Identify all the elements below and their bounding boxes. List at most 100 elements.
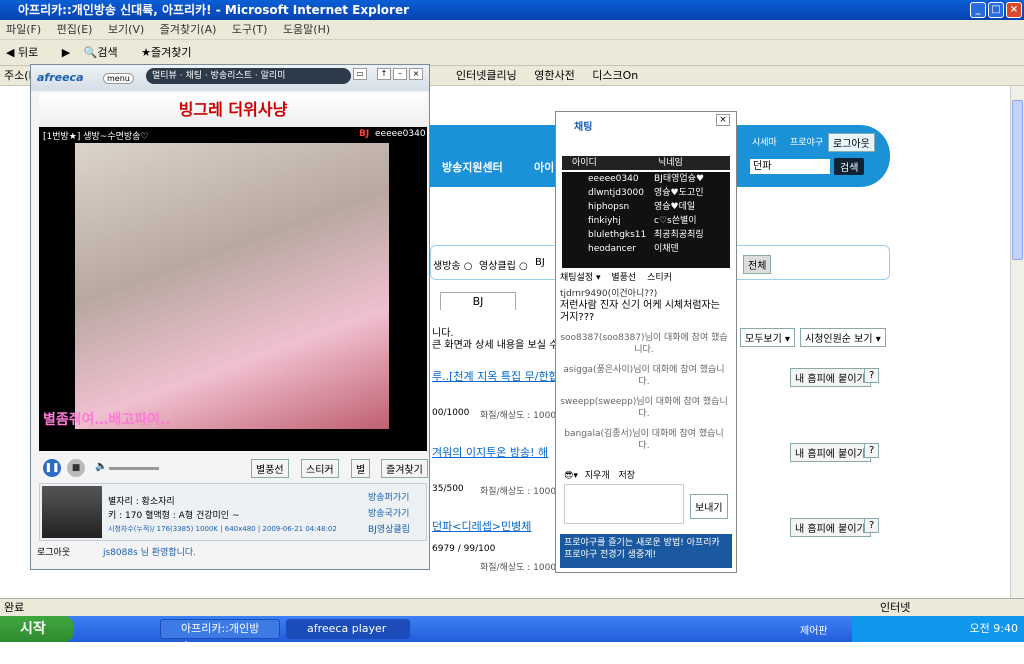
search-submit-button[interactable]: 검색 — [834, 158, 865, 175]
share-broadcast-link[interactable]: 방송퍼가기 — [368, 490, 409, 503]
user-list[interactable]: eeeee0340 BJ태영업슝♥ dlwntjd3000 영슝♥도고인 hipho… — [562, 172, 730, 268]
player-footer: 로그아웃 js8088s 님 환영합니다. — [31, 543, 429, 563]
menu-favorites[interactable]: 즐겨찾기(A) — [160, 23, 217, 36]
user-row[interactable]: finkiyhj c♡s쓴별이 — [562, 214, 730, 228]
nav-item[interactable]: 아이 — [534, 159, 554, 175]
homepage-button[interactable]: 내 홈피에 붙이기 — [790, 443, 871, 462]
player-header: afreeca menu 멀티뷰 · 채팅 · 방송리스트 · 알리미 ▭ ↑ … — [31, 65, 429, 91]
user-id: heodancer — [588, 244, 636, 254]
star-button[interactable]: 별 — [351, 459, 371, 478]
help-button[interactable]: ? — [864, 443, 880, 458]
avatar — [42, 486, 102, 538]
save-button[interactable]: 저장 — [619, 471, 636, 481]
favorite-button[interactable]: 즐겨찾기 — [381, 459, 428, 478]
logout-button[interactable]: 로그아웃 — [828, 133, 875, 152]
user-row[interactable]: eeeee0340 BJ태영업슝♥ — [562, 172, 730, 186]
stop-icon[interactable]: ■ — [67, 459, 85, 477]
bj-clip-link[interactable]: BJ영상클립 — [368, 522, 410, 535]
search-input[interactable]: 던파 — [750, 159, 830, 174]
go-station-link[interactable]: 방송국가기 — [368, 506, 409, 519]
maximize-button[interactable]: □ — [988, 2, 1004, 18]
homepage-button[interactable]: 내 홈피에 붙이기 — [790, 368, 871, 387]
user-row[interactable]: hiphopsn 영슝♥데일 — [562, 200, 730, 214]
radio-clip[interactable]: 영상클립 ○ — [479, 257, 528, 272]
user-nick: 최공최공최링 — [654, 230, 704, 240]
chat-balloon-tab[interactable]: 별풍선 — [611, 273, 636, 283]
ad-banner[interactable]: 빙그레 더위사냥 — [39, 93, 427, 127]
homepage-button[interactable]: 내 홈피에 붙이기 — [790, 518, 871, 537]
chat-input[interactable] — [564, 484, 684, 524]
forward-button[interactable]: ▶ — [62, 46, 70, 59]
list-item-title[interactable]: 겨워의 이지투온 방송! 해 — [432, 444, 556, 460]
player-minimize-icon[interactable]: – — [393, 68, 407, 80]
taskbar-item-ie[interactable]: 아프리카::개인방송... — [160, 619, 280, 653]
menu-bar: 파일(F) 편집(E) 보기(V) 즐겨찾기(A) 도구(T) 도움말(H) — [0, 20, 1024, 40]
menu-view[interactable]: 보기(V) — [108, 23, 144, 36]
player-nav: 멀티뷰 · 채팅 · 방송리스트 · 알리미 — [146, 68, 351, 84]
page-scrollbar[interactable] — [1010, 86, 1024, 598]
pause-icon[interactable]: ❚❚ — [43, 459, 61, 477]
list-item-title[interactable]: 루..[천계 지옥 특집 무/한협 — [432, 368, 556, 384]
send-button[interactable]: 보내기 — [690, 494, 728, 519]
tab-bj[interactable]: BJ — [440, 292, 516, 310]
volume-slider[interactable] — [109, 467, 159, 470]
menu-edit[interactable]: 편집(E) — [57, 23, 93, 36]
start-button[interactable]: 시작 — [0, 616, 74, 642]
link-cleaning[interactable]: 인터넷클리닝 — [456, 69, 517, 82]
bj-star-sign: 별자리 : 황소자리 — [108, 497, 175, 507]
chat-log[interactable]: tjdrnr9490(이건아니??) 저런사람 진자 신기 어케 시체처럼자는거… — [560, 288, 728, 462]
chat-message: bangala(김종서)님이 대화에 참여 했습니다. — [564, 429, 724, 451]
favorites-button[interactable]: ★즐겨찾기 — [141, 46, 201, 59]
player-menu-button[interactable]: menu — [103, 73, 134, 84]
chat-sticker-tab[interactable]: 스티커 — [647, 273, 672, 283]
back-button[interactable]: ◀ 뒤로 — [6, 46, 48, 59]
nav-multiview[interactable]: 멀티뷰 — [152, 71, 177, 81]
chat-ad-banner[interactable]: 프로야구를 즐기는 새로운 방법! 아프리카 프로야구 전경기 생중계! — [560, 534, 732, 568]
taskbar-item-player[interactable]: afreeca player — [286, 619, 410, 639]
menu-help[interactable]: 도움말(H) — [283, 23, 330, 36]
bj-height: 키 : 170 혈액형 : A형 건강미인 ~ — [108, 511, 240, 521]
view-select[interactable]: 모두보기 ▾ — [740, 328, 796, 347]
emoticon-icon[interactable]: 😎▾ — [564, 471, 578, 481]
menu-tools[interactable]: 도구(T) — [232, 23, 268, 36]
player-close-icon[interactable]: × — [409, 68, 423, 80]
all-button[interactable]: 전체 — [743, 255, 772, 274]
list-item-title[interactable]: 던파<디레셉>민병체 — [432, 518, 556, 534]
close-button[interactable]: × — [1006, 2, 1022, 18]
top-link-baseball[interactable]: 프로야구 — [790, 135, 823, 148]
nav-chat[interactable]: 채팅 — [185, 71, 202, 81]
video-caption: 별좀줘여…배고파여.. — [43, 412, 171, 428]
view-select-value: 모두보기 — [745, 334, 782, 345]
radio-bj[interactable]: BJ — [535, 257, 545, 268]
back-label: 뒤로 — [17, 46, 39, 59]
nav-alert[interactable]: 알리미 — [261, 71, 286, 81]
video-area[interactable]: 빙그레 더위사냥 [1번방★] 생방~수면방송♡ BJ eeeee0340 별좀… — [39, 93, 427, 451]
nav-support-center[interactable]: 방송지원센터 — [442, 159, 503, 175]
sort-select[interactable]: 시청인원순 보기 ▾ — [800, 328, 886, 347]
eraser-button[interactable]: 지우개 — [585, 471, 610, 481]
sticker-button[interactable]: 스티커 — [301, 459, 339, 478]
minimize-button[interactable]: _ — [970, 2, 986, 18]
help-button[interactable]: ? — [864, 518, 880, 533]
player-restore-icon[interactable]: ▭ — [353, 68, 367, 80]
chat-settings-tab[interactable]: 채팅설정 — [560, 273, 593, 283]
radio-live[interactable]: 생방송 ○ — [433, 257, 473, 272]
links-bar: 인터넷클리닝 영한사전 디스크On — [456, 66, 652, 86]
tray-label[interactable]: 제어판 — [800, 622, 828, 637]
menu-file[interactable]: 파일(F) — [6, 23, 41, 36]
volume-icon[interactable]: 🔈 — [95, 461, 107, 472]
chat-close-icon[interactable]: × — [716, 114, 730, 126]
help-button[interactable]: ? — [864, 368, 880, 383]
search-button[interactable]: 🔍검색 — [84, 46, 128, 59]
user-row[interactable]: heodancer 이채덴 — [562, 242, 730, 256]
link-disk[interactable]: 디스크On — [592, 69, 638, 82]
star-balloon-button[interactable]: 별풍선 — [251, 459, 289, 478]
link-dictionary[interactable]: 영한사전 — [534, 69, 574, 82]
scrollbar-thumb[interactable] — [1012, 100, 1023, 260]
player-pin-icon[interactable]: ↑ — [377, 68, 391, 80]
player-logout-button[interactable]: 로그아웃 — [37, 548, 70, 558]
user-row[interactable]: dlwntjd3000 영슝♥도고인 — [562, 186, 730, 200]
nav-broadcast-list[interactable]: 방송리스트 — [211, 71, 252, 81]
user-row[interactable]: blulethgks11 최공최공최링 — [562, 228, 730, 242]
top-link-sisema[interactable]: 시세마 — [752, 135, 777, 148]
